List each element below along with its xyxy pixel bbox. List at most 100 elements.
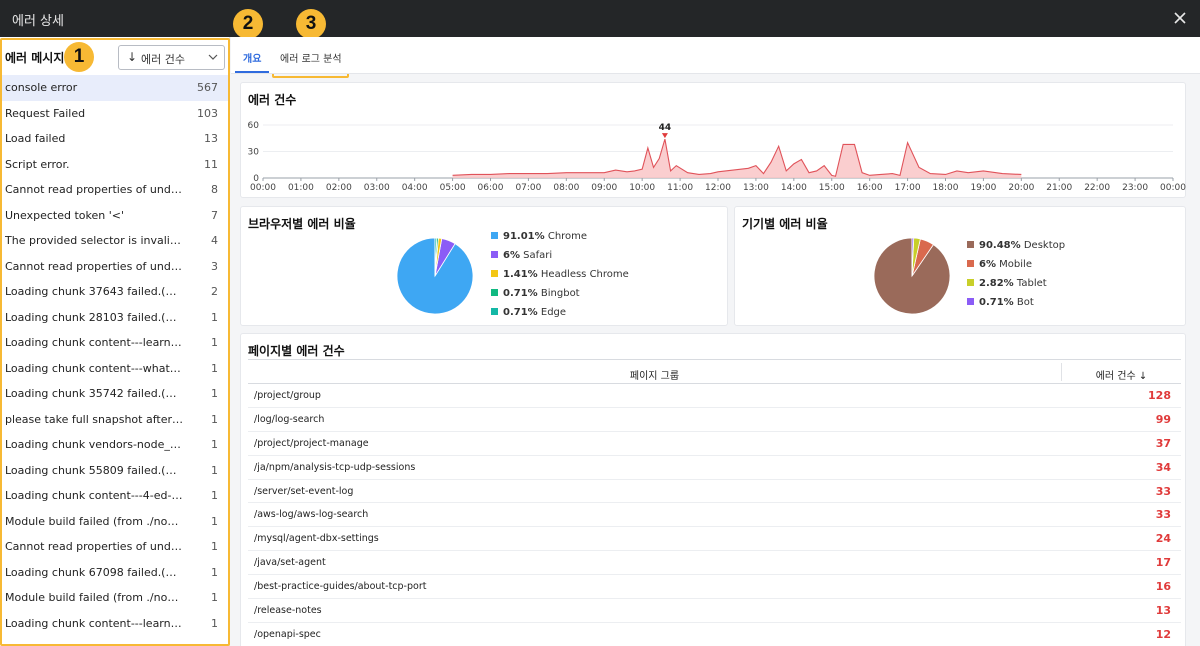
legend-percent: 90.48% [979, 240, 1021, 251]
legend-label: Safari [523, 250, 553, 261]
error-message-item[interactable]: Cannot read properties of undefined (rea… [0, 534, 228, 560]
error-message-count: 1 [211, 489, 218, 502]
page-group-cell: /mysql/agent-dbx-settings [254, 533, 379, 545]
error-message-count: 1 [211, 438, 218, 451]
x-tick-label: 09:00 [591, 183, 617, 193]
table-row[interactable]: /aws-log/aws-log-search 33 [248, 503, 1181, 528]
error-message-count: 1 [211, 387, 218, 400]
error-message-count: 1 [211, 361, 218, 375]
window-titlebar: 에러 상세 [0, 0, 1200, 37]
error-message-text: Loading chunk 28103 failed.(missing [5, 310, 183, 324]
arrow-down-icon: ↓ [127, 50, 138, 64]
table-row[interactable]: /openapi-spec 12 [248, 623, 1181, 646]
error-message-item[interactable]: Cannot read properties of undefined (rea… [0, 177, 228, 203]
error-count-cell: 33 [1155, 484, 1171, 498]
error-message-count: 1 [211, 310, 218, 324]
error-message-item[interactable]: Loading chunk 37643 failed.(missing 2 [0, 279, 228, 305]
table-row[interactable]: /ja/npm/analysis-tcp-udp-sessions 34 [248, 456, 1181, 480]
error-message-item[interactable]: console error 567 [0, 75, 228, 101]
error-message-item[interactable]: Module build failed (from ./node_modules… [0, 509, 228, 535]
device-ratio-title: 기기별 에러 비율 [742, 217, 828, 231]
x-tick-label: 18:00 [933, 183, 959, 193]
error-message-item[interactable]: Script error. 11 [0, 152, 228, 178]
sort-dropdown[interactable]: ↓ 에러 건수 [118, 45, 225, 70]
error-message-count: 7 [211, 208, 218, 222]
error-message-count: 8 [211, 183, 218, 196]
page-group-cell: /server/set-event-log [254, 485, 354, 497]
error-message-item[interactable]: Cannot read properties of undefined (rea… [0, 254, 228, 280]
x-tick-label: 11:00 [667, 183, 693, 193]
x-tick-label: 19:00 [970, 183, 996, 193]
page-group-cell: /aws-log/aws-log-search [254, 509, 369, 521]
error-message-text: Cannot read properties of undefined (rea… [5, 259, 183, 273]
legend-swatch [491, 251, 498, 258]
error-message-item[interactable]: please take full snapshot after start 1 [0, 407, 228, 433]
page-group-cell: /openapi-spec [254, 628, 321, 640]
y-tick-label: 60 [248, 121, 260, 131]
close-icon[interactable] [1170, 8, 1190, 28]
error-message-text: Module build failed (from ./node_modules [5, 514, 183, 528]
callout-badge-3: 3 [296, 9, 326, 39]
sort-dropdown-label: 에러 건수 [141, 53, 185, 66]
error-message-item[interactable]: Loading chunk content---whatap-overview 1 [0, 356, 228, 382]
column-header-count[interactable]: 에러 건수 ↓ [1062, 367, 1181, 382]
error-count-area [452, 139, 1022, 178]
x-tick-label: 23:00 [1122, 183, 1148, 193]
error-message-item[interactable]: Loading chunk content---4-ed-c51 failed 1 [0, 483, 228, 509]
error-count-cell: 33 [1155, 508, 1171, 522]
error-message-count: 1 [211, 565, 218, 579]
error-count-cell: 37 [1155, 436, 1171, 450]
x-tick-label: 00:00 [1160, 183, 1186, 193]
legend-swatch [967, 241, 974, 248]
callout-badge-1: 1 [64, 42, 94, 72]
error-message-item[interactable]: Module build failed (from ./node_modules… [0, 585, 228, 611]
error-message-text: Request Failed [5, 106, 86, 120]
table-row[interactable]: /server/set-event-log 33 [248, 480, 1181, 504]
error-message-item[interactable]: Loading chunk content---learning-guide 1 [0, 611, 228, 637]
table-row[interactable]: /log/log-search 99 [248, 408, 1181, 432]
device-pie-chart [873, 237, 951, 315]
table-row[interactable]: /release-notes 13 [248, 599, 1181, 623]
error-message-item[interactable]: Loading chunk 55809 failed.(missing 1 [0, 458, 228, 484]
table-row[interactable]: /java/set-agent 17 [248, 551, 1181, 576]
error-message-item[interactable]: Unexpected token '<' 7 [0, 203, 228, 229]
table-row[interactable]: /project/group 128 [248, 384, 1181, 408]
active-tab-indicator [235, 71, 269, 73]
error-message-count: 103 [197, 106, 218, 120]
error-message-count: 1 [211, 514, 218, 528]
legend-percent: 0.71% [979, 297, 1014, 308]
legend-item: 6% Mobile [967, 259, 1065, 278]
table-row[interactable]: /mysql/agent-dbx-settings 24 [248, 527, 1181, 552]
error-message-item[interactable]: Loading chunk 28103 failed.(missing 1 [0, 305, 228, 331]
error-count-cell: 13 [1155, 604, 1171, 618]
error-message-item[interactable]: Loading chunk 35742 failed.(error: http 1 [0, 381, 228, 407]
error-message-count: 3 [211, 259, 218, 273]
error-message-item[interactable]: The provided selector is invalid.Expecte… [0, 228, 228, 254]
legend-label: Chrome [547, 231, 588, 242]
error-count-cell: 128 [1148, 389, 1171, 402]
error-message-item[interactable]: Loading chunk 67098 failed.(error: http 1 [0, 560, 228, 586]
error-message-text: Loading chunk content---whatap-overview [5, 361, 183, 375]
x-tick-label: 05:00 [440, 183, 466, 193]
error-count-cell: 24 [1155, 532, 1171, 546]
error-message-count: 1 [211, 591, 218, 604]
error-message-count: 1 [211, 463, 218, 477]
error-count-cell: 12 [1155, 627, 1171, 641]
error-message-item[interactable]: Request Failed 103 [0, 101, 228, 127]
table-header: 페이지 그룹 에러 건수 ↓ [248, 359, 1181, 384]
tab-error-log-analysis[interactable]: 에러 로그 분석 [280, 50, 342, 65]
x-tick-label: 12:00 [705, 183, 731, 193]
legend-label: Mobile [999, 259, 1032, 270]
x-tick-label: 03:00 [364, 183, 390, 193]
table-row[interactable]: /best-practice-guides/about-tcp-port 16 [248, 575, 1181, 600]
error-count-cell: 17 [1155, 556, 1171, 570]
legend-percent: 1.41% [503, 269, 538, 280]
error-message-count: 4 [211, 234, 218, 247]
error-count-area-chart: 0306000:00 01:00 02:00 03:00 04:00 05:00 06:00… [248, 121, 1187, 193]
error-message-item[interactable]: Loading chunk content---learning-guide 1 [0, 330, 228, 356]
error-message-item[interactable]: Loading chunk vendors-node_modules 1 [0, 432, 228, 458]
tab-overview[interactable]: 개요 [243, 50, 261, 65]
error-message-item[interactable]: Load failed 13 [0, 126, 228, 152]
table-row[interactable]: /project/project-manage 37 [248, 432, 1181, 456]
legend-percent: 91.01% [503, 231, 545, 242]
